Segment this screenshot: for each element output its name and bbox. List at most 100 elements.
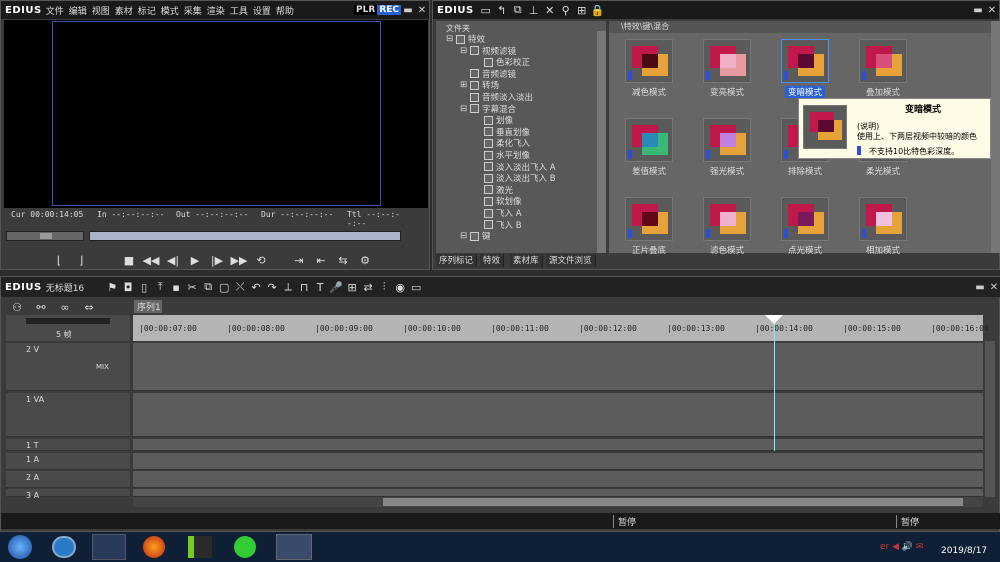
jog-handle[interactable] [40,233,52,239]
timeline-close-icon[interactable]: ✕ [987,280,1000,294]
tree-item[interactable]: 音频滤镜 [460,68,516,80]
paste-icon[interactable]: ⊥ [526,2,542,18]
tree-item[interactable]: 垂直划像 [474,126,530,138]
edius-active-icon[interactable] [276,534,312,560]
effect-thumbnail[interactable] [859,39,907,83]
track-header[interactable]: 3 A [6,489,130,500]
start-button[interactable] [8,535,32,559]
effect-thumbnail[interactable] [625,197,673,241]
effects-tab[interactable]: 序列标记 [436,254,478,267]
title-icon[interactable]: T [312,279,328,295]
view-icon[interactable]: ⊞ [574,2,590,18]
set-in-icon[interactable]: ⌊ [51,252,67,268]
tree-item[interactable]: ⊟ 视频滤镜 [460,45,516,57]
tree-expander-icon[interactable]: ⊟ [460,104,470,114]
effects-tab[interactable]: 特效 [480,254,505,267]
sync-lock-icon[interactable]: ⚯ [33,299,49,315]
stop-icon[interactable]: ■ [121,252,137,268]
insert-icon[interactable]: ⇥ [291,252,307,268]
menu-item[interactable]: 模式 [161,7,179,17]
layout-icon[interactable]: ▭ [408,279,424,295]
overwrite-icon[interactable]: ⇤ [313,252,329,268]
razor-icon[interactable]: ⟂ [280,279,296,295]
audio-ripple-icon[interactable]: ⇔ [81,299,97,315]
up-folder-icon[interactable]: ↰ [494,2,510,18]
replace-icon[interactable]: ⇆ [335,252,351,268]
delete-icon[interactable]: ✕ [542,2,558,18]
tree-item[interactable]: 音频淡入淡出 [460,91,533,103]
playhead-line[interactable] [774,316,775,451]
prev-frame-icon[interactable]: ◀| [165,252,181,268]
tree-item[interactable]: ⊟ 键 [460,230,491,242]
effect-thumbnail[interactable] [703,197,751,241]
effect-thumbnail[interactable] [859,197,907,241]
track-header[interactable]: 1 VA [6,393,130,437]
tree-item[interactable]: 淡入淡出飞入 A [474,161,556,173]
rewind-icon[interactable]: ◀◀ [143,252,160,268]
copy-clip-icon[interactable]: ⧉ [200,279,216,295]
folder-icon[interactable]: ▭ [478,2,494,18]
effects-tab[interactable]: 素材库 [510,254,543,267]
zoom-slider[interactable] [26,318,110,324]
ripple-delete-icon[interactable]: ⤬ [232,279,248,295]
menu-item[interactable]: 渲染 [207,7,225,17]
jog-slider[interactable] [6,231,84,241]
green-app-icon[interactable] [234,536,256,558]
hscroll-thumb[interactable] [383,498,963,506]
copy-icon[interactable]: ⧉ [510,2,526,18]
explorer-icon[interactable] [92,534,126,560]
tree-item[interactable]: 激光 [474,184,513,196]
lock-icon[interactable]: 🔒 [590,2,606,18]
timeline-hscrollbar[interactable] [133,497,983,507]
paste-clip-icon[interactable]: ▢ [216,279,232,295]
undo-icon[interactable]: ↶ [248,279,264,295]
mixer-icon[interactable]: ⫶ [376,279,392,295]
save-icon[interactable]: ▪ [168,279,184,295]
tree-item[interactable]: 淡入淡出飞入 B [474,172,556,184]
track-area[interactable] [133,439,983,451]
microphone-icon[interactable]: 🎤 [328,279,344,295]
menu-item[interactable]: 视图 [92,7,110,17]
effect-thumbnail[interactable] [781,39,829,83]
tree-expander-icon[interactable]: ⊟ [446,34,456,44]
tree-item[interactable]: 柔化飞入 [474,137,530,149]
fast-forward-icon[interactable]: ▶▶ [231,252,248,268]
sequence-tab[interactable]: 序列1 [134,300,162,313]
record-icon[interactable]: ◉ [392,279,408,295]
menu-item[interactable]: 编辑 [69,7,87,17]
track-area[interactable] [133,489,983,497]
rec-button[interactable]: REC [377,5,401,15]
tree-item[interactable]: ⊟ 字幕混合 [460,103,516,115]
effect-thumbnail[interactable] [703,39,751,83]
tree-item[interactable]: ⊟ 特效 [446,33,485,45]
effect-thumbnail[interactable] [781,197,829,241]
playback-scrubber[interactable] [89,231,401,241]
redo-icon[interactable]: ↷ [264,279,280,295]
tree-expander-icon[interactable]: ⊞ [460,80,470,90]
tree-item[interactable]: 软划像 [474,195,522,207]
minimize-icon[interactable]: ▬ [401,3,415,17]
track-header[interactable]: 1 A [6,453,130,470]
track-header[interactable]: 2 V MIX [6,343,130,391]
properties-icon[interactable]: ⚲ [558,2,574,18]
track-header[interactable]: 2 A [6,471,130,488]
close-icon[interactable]: ✕ [415,3,429,17]
new-sequence-icon[interactable]: ⚑ [104,279,120,295]
menu-item[interactable]: 帮助 [276,7,294,17]
track-link-icon[interactable]: ⚇ [9,299,25,315]
grid-scrollbar[interactable] [991,21,1000,253]
track-header[interactable]: 1 T [6,439,130,451]
media-player-icon[interactable] [52,536,76,558]
set-out-icon[interactable]: ⌋ [73,252,89,268]
menu-item[interactable]: 素材 [115,7,133,17]
menu-item[interactable]: 工具 [230,7,248,17]
track-area[interactable] [133,471,983,488]
tree-item[interactable]: ⊞ 转场 [460,79,499,91]
track-area[interactable] [133,393,983,437]
plr-button[interactable]: PLR [354,5,378,15]
loop-icon[interactable]: ⟲ [253,252,269,268]
tree-item[interactable]: 飞入 B [474,219,522,231]
effects-tab[interactable]: 源文件浏览 [546,254,596,267]
next-frame-icon[interactable]: |▶ [209,252,225,268]
open-icon[interactable]: ⤒ [152,279,168,295]
